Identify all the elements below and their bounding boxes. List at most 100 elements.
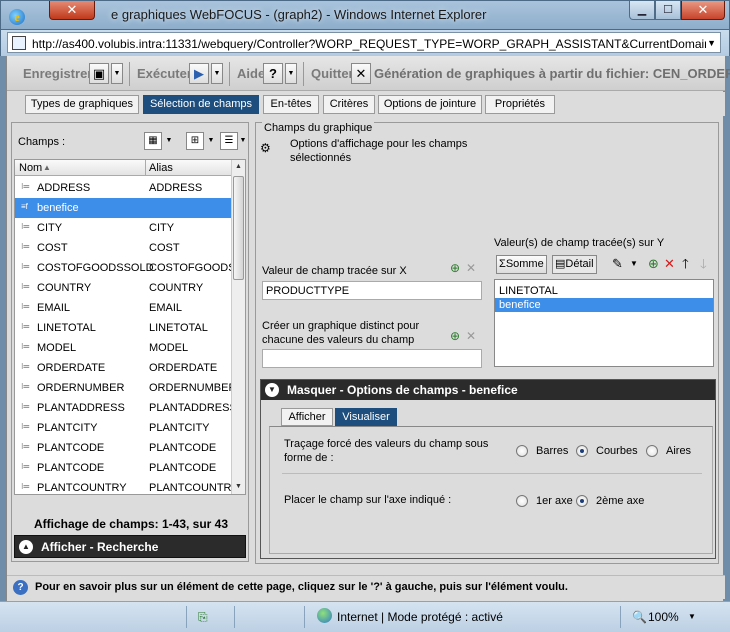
field-row[interactable]: ⁝═ COST COST (15, 238, 233, 258)
security-zone-text[interactable]: Internet | Mode protégé : activé (337, 610, 503, 624)
remove-field-icon[interactable]: ✕ (466, 261, 476, 275)
chevron-down-icon[interactable]: ▼ (630, 256, 638, 272)
minimize-button[interactable]: ▁ (629, 1, 655, 20)
column-divider[interactable] (145, 160, 146, 176)
run-label[interactable]: Exécuter (137, 66, 192, 81)
chevron-down-icon[interactable]: ▼ (111, 63, 123, 84)
field-row[interactable]: ⁝═ COUNTRY COUNTRY (15, 278, 233, 298)
field-row[interactable]: ⁝═ LINETOTAL LINETOTAL (15, 318, 233, 338)
help-icon[interactable]: ? (263, 63, 283, 84)
chevron-down-icon[interactable]: ▼ (164, 132, 174, 150)
display-options-label[interactable]: Options d'affichage pour les champs séle… (290, 137, 490, 165)
chevron-down-icon[interactable]: ▼ (238, 132, 248, 150)
somme-button[interactable]: ΣSomme (496, 255, 547, 274)
remove-field-icon[interactable]: ✕ (466, 329, 476, 343)
field-toolbar: Champs : ▦ ▼ ⊞ ▼ ☰ ▼ (14, 131, 246, 153)
tab-proprietes[interactable]: Propriétés (485, 95, 555, 114)
maximize-button[interactable]: ☐ (655, 1, 681, 20)
detail-button[interactable]: ▤Détail (552, 255, 597, 274)
zoom-icon[interactable]: 🔍 (632, 610, 647, 624)
field-row[interactable]: ⁝═ PLANTCITY PLANTCITY (15, 418, 233, 438)
field-row[interactable]: ≡f benefice (15, 198, 233, 218)
field-row[interactable]: ⁝═ CITY CITY (15, 218, 233, 238)
field-alias: EMAIL (149, 302, 183, 314)
search-panel-toggle[interactable]: ▲ Afficher - Recherche (14, 535, 246, 558)
scroll-thumb[interactable] (233, 176, 244, 280)
add-field-icon[interactable]: ⊕ (648, 256, 659, 272)
tab-types-graphiques[interactable]: Types de graphiques (25, 95, 139, 114)
help-question-icon[interactable]: ? (13, 580, 28, 595)
field-icon: ⁝═ (21, 362, 30, 371)
field-row[interactable]: ⁝═ EMAIL EMAIL (15, 298, 233, 318)
y-field-item[interactable]: LINETOTAL (495, 284, 713, 298)
field-row[interactable]: ⁝═ ORDERDATE ORDERDATE (15, 358, 233, 378)
add-field-icon[interactable]: ⊕ (450, 329, 460, 343)
radio-aires[interactable] (646, 445, 658, 457)
field-row[interactable]: ⁝═ COSTOFGOODSSOLDCOSTOFGOODSS (15, 258, 233, 278)
scroll-down-icon[interactable]: ▼ (232, 480, 245, 494)
scroll-up-icon[interactable]: ▲ (232, 160, 245, 174)
field-panel: Champs : ▦ ▼ ⊞ ▼ ☰ ▼ Nom ▲ Alias ⁝═ ADDRE… (11, 122, 249, 562)
help-label[interactable]: Aide (237, 66, 265, 81)
radio-1er-axe[interactable] (516, 495, 528, 507)
subtab-visualiser[interactable]: Visualiser (335, 408, 397, 426)
chevron-down-icon[interactable]: ▼ (707, 38, 716, 48)
chevron-down-icon[interactable]: ▼ (285, 63, 297, 84)
calculator-icon[interactable]: ▦ (144, 132, 162, 150)
field-row[interactable]: ⁝═ MODEL MODEL (15, 338, 233, 358)
list-view-icon[interactable]: ☰ (220, 132, 238, 150)
field-row[interactable]: ⁝═ ORDERNUMBER ORDERNUMBER (15, 378, 233, 398)
add-field-icon[interactable]: ⊕ (450, 261, 460, 275)
internet-zone-icon (317, 608, 332, 623)
field-row[interactable]: ⁝═ PLANTCODE PLANTCODE (15, 438, 233, 458)
close-window-button[interactable]: ✕ (681, 1, 725, 20)
run-icon[interactable]: ▶ (189, 63, 209, 84)
radio-barres[interactable] (516, 445, 528, 457)
move-up-icon[interactable]: 🡑 (682, 256, 689, 272)
chevron-down-icon[interactable]: ▼ (211, 63, 223, 84)
field-icon: ⁝═ (21, 482, 30, 491)
tab-criteres[interactable]: Critères (323, 95, 375, 114)
distinct-field-input[interactable] (262, 349, 482, 368)
address-field[interactable]: http://as400.volubis.intra:11331/webquer… (7, 32, 721, 53)
chevron-down-icon[interactable]: ▼ (206, 132, 216, 150)
field-row[interactable]: ⁝═ ADDRESS ADDRESS (15, 178, 233, 198)
col-header-nom[interactable]: Nom (19, 162, 42, 174)
radio-aires-label[interactable]: Aires (666, 445, 691, 457)
delete-icon[interactable]: ✕ (664, 256, 675, 272)
radio-1er-axe-label[interactable]: 1er axe (536, 495, 573, 507)
y-field-item[interactable]: benefice (495, 298, 713, 312)
subtab-afficher[interactable]: Afficher (281, 408, 333, 426)
radio-courbes[interactable] (576, 445, 588, 457)
chevron-down-icon[interactable]: ▼ (688, 612, 696, 621)
tree-view-icon[interactable]: ⊞ (186, 132, 204, 150)
radio-2eme-axe[interactable] (576, 495, 588, 507)
col-header-alias[interactable]: Alias (149, 162, 173, 174)
zoom-level[interactable]: 100% (648, 610, 679, 624)
window-titlebar: e ✕ e graphiques WebFOCUS - (graph2) - W… (0, 0, 730, 30)
field-options-icon[interactable]: ⚙ (260, 141, 278, 157)
field-list-scrollbar[interactable]: ▲ ▼ (231, 160, 245, 494)
field-options-toggle[interactable]: ▼ Masquer - Options de champs - benefice (261, 380, 715, 400)
move-down-icon[interactable]: 🡓 (700, 256, 707, 272)
brush-icon[interactable]: ✎ (612, 256, 623, 272)
quit-label[interactable]: Quitter (311, 66, 354, 81)
field-row[interactable]: ⁝═ PLANTCOUNTRY PLANTCOUNTRY (15, 478, 233, 494)
field-row[interactable]: ⁝═ PLANTADDRESS PLANTADDRESS (15, 398, 233, 418)
quit-icon[interactable]: ✕ (351, 63, 371, 84)
radio-2eme-axe-label[interactable]: 2ème axe (596, 495, 644, 507)
close-tab-button[interactable]: ✕ (49, 1, 95, 20)
expand-icon: ▲ (19, 540, 33, 554)
tab-selection-champs[interactable]: Sélection de champs (143, 95, 259, 114)
field-name: COSTOFGOODSSOLD (37, 262, 154, 274)
x-field-input[interactable]: PRODUCTTYPE (262, 281, 482, 300)
radio-courbes-label[interactable]: Courbes (596, 445, 638, 457)
y-field-list[interactable]: LINETOTAL benefice (494, 279, 714, 367)
tab-en-tetes[interactable]: En-têtes (263, 95, 319, 114)
popup-blocked-icon[interactable]: ⎘ (198, 610, 208, 625)
save-label[interactable]: Enregistrer (23, 66, 92, 81)
radio-barres-label[interactable]: Barres (536, 445, 568, 457)
tab-options-jointure[interactable]: Options de jointure (378, 95, 482, 114)
field-row[interactable]: ⁝═ PLANTCODE PLANTCODE (15, 458, 233, 478)
save-icon[interactable]: ▣ (89, 63, 109, 84)
